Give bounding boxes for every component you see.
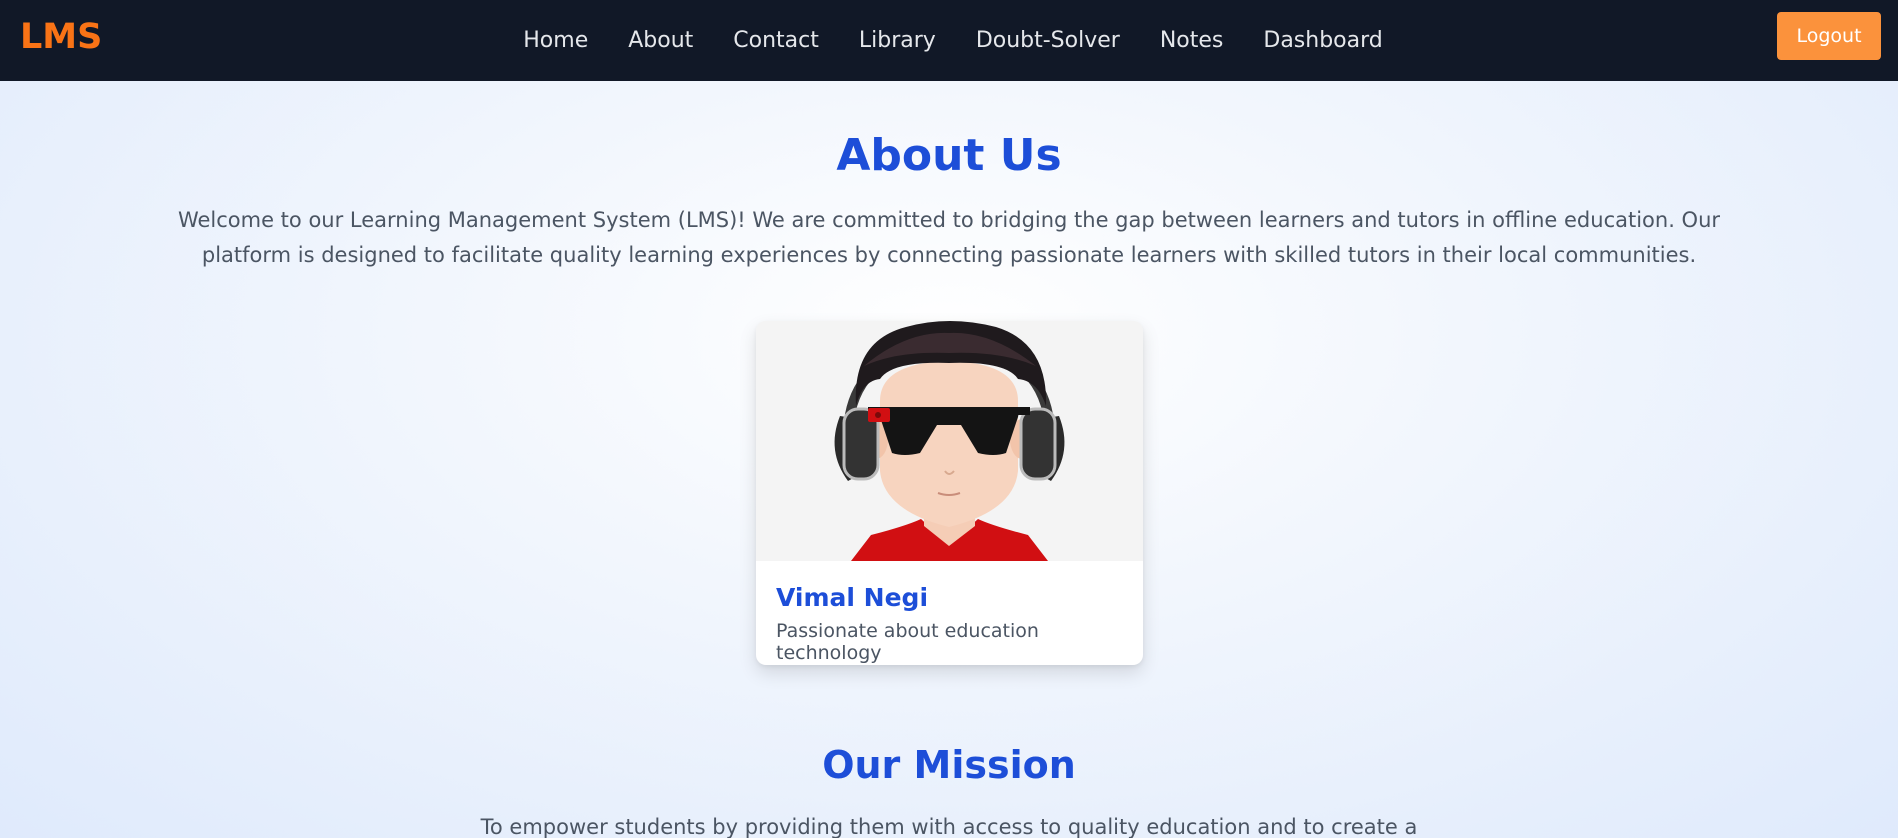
team-member-name: Vimal Negi [776,583,929,612]
nav-link-library[interactable]: Library [859,28,936,53]
logout-button[interactable]: Logout [1777,12,1881,60]
nav-link-notes[interactable]: Notes [1160,28,1224,53]
mission-title: Our Mission [822,743,1076,787]
nav-link-dashboard[interactable]: Dashboard [1263,28,1382,53]
nav-link-contact[interactable]: Contact [733,28,819,53]
navbar: LMS Home About Contact Library Doubt-Sol… [0,0,1898,81]
avatar-cartoon-sunglasses-headphones-icon [756,321,1143,561]
team-member-card: Vimal Negi Passionate about education te… [756,321,1143,665]
about-description: Welcome to our Learning Management Syste… [177,208,1721,267]
team-member-avatar [756,321,1143,561]
nav-link-about[interactable]: About [628,28,693,53]
nav-links: Home About Contact Library Doubt-Solver … [0,0,1898,81]
nav-link-doubt-solver[interactable]: Doubt-Solver [976,28,1120,53]
team-member-description: Passionate about education technology [776,620,1039,664]
mission-description: To empower students by providing them wi… [480,815,1418,838]
nav-link-home[interactable]: Home [523,28,588,53]
about-title: About Us [836,130,1062,181]
